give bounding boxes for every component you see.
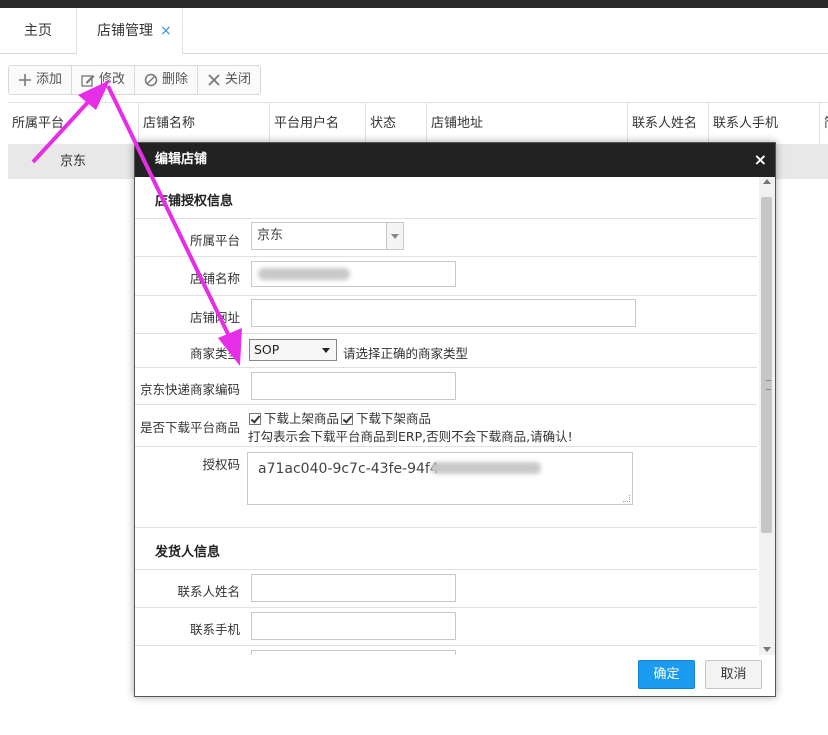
form-row-contact-phone: 联系手机 xyxy=(135,607,757,646)
chevron-down-icon xyxy=(322,348,330,353)
row-platform: 京东 xyxy=(60,154,87,169)
tab-close-icon[interactable]: × xyxy=(160,23,172,39)
merchant-type-label: 商家类型 xyxy=(189,346,240,361)
grid-header: 所属平台 店铺名称 平台用户名 状态 店铺地址 联系人姓名 联系人手机 简 xyxy=(8,102,828,146)
redacted-auth-code xyxy=(431,462,541,474)
express-code-label: 京东快递商家编码 xyxy=(139,382,240,397)
express-code-input[interactable] xyxy=(251,372,456,400)
platform-label: 所属平台 xyxy=(189,233,240,248)
form-row-merchant-type: 商家类型 SOP 请选择正确的商家类型 xyxy=(135,333,757,368)
auth-code-label: 授权码 xyxy=(202,457,240,472)
shop-url-label: 店铺网址 xyxy=(189,310,240,325)
contact-phone-label: 联系手机 xyxy=(189,622,240,637)
form-row-contact-name: 联系人姓名 xyxy=(135,569,757,608)
cancel-button[interactable]: 取消 xyxy=(705,660,762,689)
dialog-close-icon[interactable]: × xyxy=(754,143,767,177)
contact-phone-input[interactable] xyxy=(251,612,456,640)
form-row-express-code: 京东快递商家编码 xyxy=(135,367,757,405)
column-header[interactable]: 联系人手机 xyxy=(709,103,820,145)
merchant-type-select[interactable]: SOP xyxy=(249,339,337,361)
chevron-down-icon[interactable] xyxy=(386,223,403,249)
section-auth-title: 店铺授权信息 xyxy=(155,194,234,209)
scroll-up-icon[interactable] xyxy=(763,179,771,184)
download-label: 是否下载平台商品 xyxy=(139,420,240,435)
contact-name-input[interactable] xyxy=(251,574,456,602)
top-bar xyxy=(0,0,828,8)
form-row-auth-code: 授权码 a71ac040-9c7c-43fe-94f4 xyxy=(135,447,757,528)
scroll-down-icon[interactable] xyxy=(763,647,771,652)
column-header[interactable]: 联系人姓名 xyxy=(628,103,709,145)
shop-name-input[interactable] xyxy=(251,261,456,287)
checkbox-checked-icon[interactable] xyxy=(249,413,261,425)
resize-handle-icon[interactable] xyxy=(623,495,630,502)
edit-icon xyxy=(81,73,95,87)
dialog-title: 编辑店铺 xyxy=(155,152,208,167)
download-hint: 打勾表示会下载平台商品到ERP,否则不会下载商品,请确认! xyxy=(248,429,573,444)
tab-shop-management[interactable]: 店铺管理 × xyxy=(77,8,183,54)
ban-icon xyxy=(144,73,158,87)
delete-button[interactable]: 删除 xyxy=(135,66,199,94)
column-header[interactable]: 简 xyxy=(820,103,828,145)
auth-code-textarea[interactable]: a71ac040-9c7c-43fe-94f4 xyxy=(247,452,633,505)
form-row-shop-name: 店铺名称 xyxy=(135,257,757,296)
dialog-body: 店铺授权信息 所属平台 京东 店铺名称 店铺网址 商家类型 SOP 请选择正确的… xyxy=(135,177,759,655)
dialog-footer: 确定 取消 xyxy=(135,655,773,696)
edit-button[interactable]: 修改 xyxy=(72,66,136,94)
tab-home[interactable]: 主页 xyxy=(0,8,77,53)
form-row-shop-url: 店铺网址 xyxy=(135,295,757,334)
contact-name-label: 联系人姓名 xyxy=(177,584,240,599)
close-button[interactable]: 关闭 xyxy=(198,66,260,94)
plus-icon xyxy=(18,73,32,87)
form-row-cut-off xyxy=(135,645,757,655)
form-row-platform: 所属平台 京东 xyxy=(135,218,757,257)
shop-name-label: 店铺名称 xyxy=(189,271,240,286)
dialog-scrollbar[interactable] xyxy=(759,177,775,655)
form-row-download: 是否下载平台商品 下载上架商品 下载下架商品 打勾表示会下载平台商品到ERP,否… xyxy=(135,404,757,447)
merchant-type-hint: 请选择正确的商家类型 xyxy=(343,346,469,361)
column-header[interactable]: 店铺地址 xyxy=(427,103,628,145)
column-header[interactable]: 状态 xyxy=(366,103,427,145)
redacted-shop-name xyxy=(258,268,350,280)
section-sender-title: 发货人信息 xyxy=(155,545,221,560)
download-onshelf-option[interactable]: 下载上架商品 xyxy=(249,408,339,427)
scroll-thumb[interactable] xyxy=(761,197,772,533)
edit-shop-dialog: 编辑店铺 × 店铺授权信息 所属平台 京东 店铺名称 店铺网址 商家类型 SOP xyxy=(134,142,776,697)
column-header[interactable]: 平台用户名 xyxy=(270,103,366,145)
tab-bar: 主页 店铺管理 × xyxy=(0,8,828,54)
shop-url-input[interactable] xyxy=(251,299,636,327)
column-header[interactable]: 所属平台 xyxy=(8,103,139,145)
grip-icon xyxy=(766,380,771,390)
x-icon xyxy=(207,73,221,87)
column-header[interactable]: 店铺名称 xyxy=(139,103,270,145)
add-button[interactable]: 添加 xyxy=(9,66,73,94)
dialog-header: 编辑店铺 × xyxy=(135,143,775,177)
platform-select[interactable]: 京东 xyxy=(251,222,404,250)
download-offshelf-option[interactable]: 下载下架商品 xyxy=(341,408,431,427)
toolbar: 添加 修改 删除 关闭 xyxy=(8,65,262,95)
checkbox-checked-icon[interactable] xyxy=(341,413,353,425)
confirm-button[interactable]: 确定 xyxy=(638,660,695,689)
